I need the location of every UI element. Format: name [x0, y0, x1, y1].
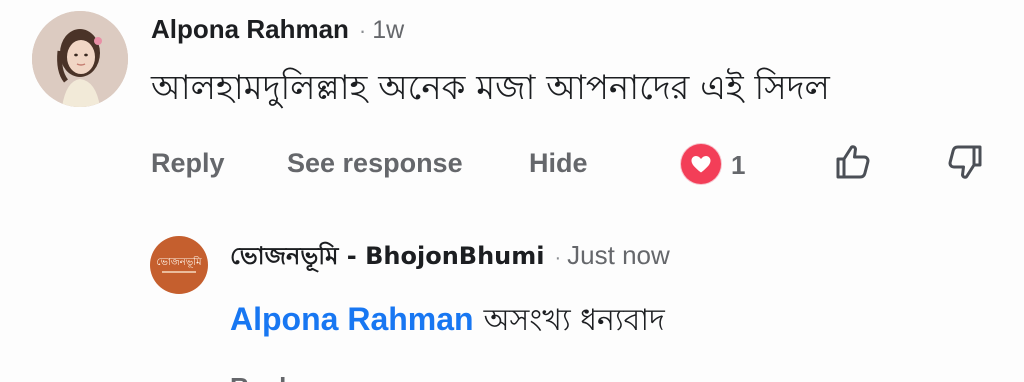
avatar[interactable] [32, 11, 128, 107]
logo-underline [162, 270, 196, 273]
comment-actions: Reply See response Hide 1 [151, 140, 991, 188]
comment-timestamp[interactable]: 1w [372, 16, 404, 45]
reply-button[interactable]: Reply [151, 148, 225, 179]
comment-header: Alpona Rahman · 1w [151, 14, 404, 48]
page-logo-avatar[interactable]: ভোজনভূমি [150, 236, 208, 294]
reply-button-partial[interactable]: Reply [230, 372, 300, 382]
reply-header: ভোজনভূমি - BhojonBhumi · Just now [230, 238, 670, 278]
separator-dot: · [554, 247, 562, 269]
thumbs-up-icon[interactable] [831, 140, 875, 184]
logo-mark: ভোজনভূমি [156, 256, 202, 268]
mention-link[interactable]: Alpona Rahman [230, 301, 474, 338]
see-response-button[interactable]: See response [287, 148, 463, 179]
reply-text: অসংখ্য ধন্যবাদ [483, 303, 665, 338]
reaction-count[interactable]: 1 [731, 150, 745, 181]
reply-author-name[interactable]: ভোজনভূমি - BhojonBhumi [230, 238, 545, 278]
separator-dot: · [358, 18, 367, 43]
thumbs-down-icon[interactable] [943, 140, 987, 184]
comment-body: আলহামদুলিল্লাহ অনেক মজা আপনাদের এই সিদল [151, 68, 830, 108]
profile-photo [32, 11, 128, 107]
hide-button[interactable]: Hide [529, 148, 588, 179]
reply-timestamp[interactable]: Just now [567, 240, 670, 271]
heart-icon[interactable] [681, 144, 721, 184]
reply-body: Alpona Rahman অসংখ্য ধন্যবাদ [230, 296, 665, 347]
comment-author-name[interactable]: Alpona Rahman [151, 14, 349, 45]
comment-thread: Alpona Rahman · 1w আলহামদুলিল্লাহ অনেক ম… [0, 0, 1024, 382]
